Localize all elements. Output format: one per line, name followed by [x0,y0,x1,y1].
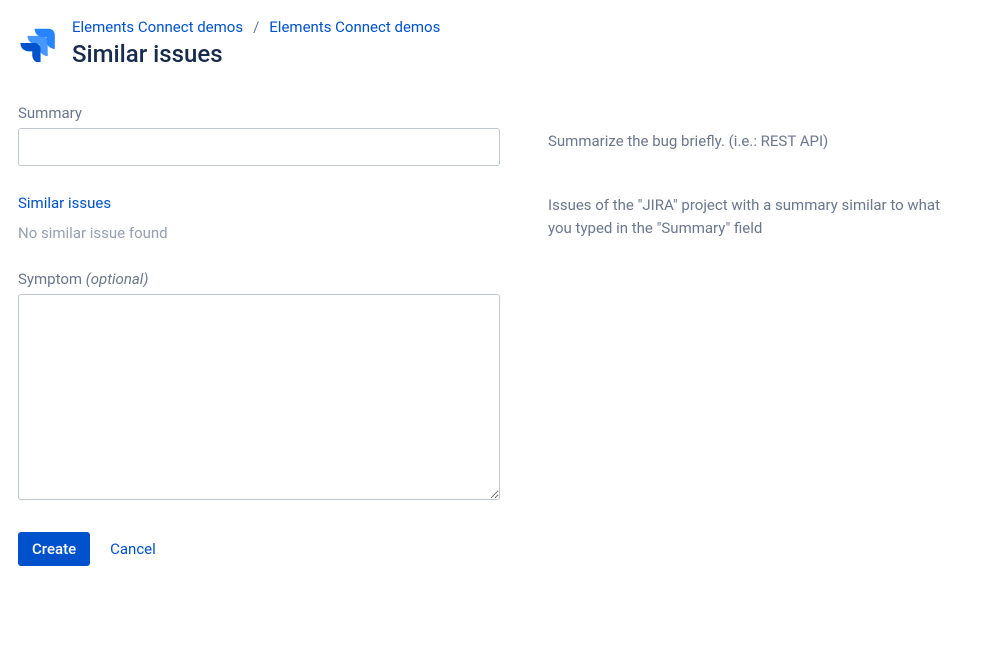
summary-row: Summary Summarize the bug briefly. (i.e.… [18,104,964,166]
summary-input[interactable] [18,128,500,166]
symptom-textarea[interactable] [18,294,500,500]
symptom-row: Symptom (optional) [18,270,964,504]
breadcrumb-separator: / [253,18,259,36]
header-text: Elements Connect demos / Elements Connec… [72,18,964,68]
cancel-button[interactable]: Cancel [106,532,160,566]
symptom-label: Symptom (optional) [18,270,500,288]
summary-help-text: Summarize the bug briefly. (i.e.: REST A… [548,104,964,153]
similar-issues-help-text: Issues of the "JIRA" project with a summ… [548,194,964,239]
form-actions: Create Cancel [18,532,964,566]
summary-label: Summary [18,104,500,122]
jira-logo-icon [18,24,56,62]
similar-issues-empty: No similar issue found [18,224,500,242]
create-button[interactable]: Create [18,532,90,566]
similar-issues-row: Similar issues No similar issue found Is… [18,194,964,242]
breadcrumb: Elements Connect demos / Elements Connec… [72,18,964,36]
breadcrumb-link-1[interactable]: Elements Connect demos [269,18,440,36]
symptom-label-text: Symptom [18,270,86,288]
similar-issues-label: Similar issues [18,194,500,212]
breadcrumb-link-0[interactable]: Elements Connect demos [72,18,243,36]
symptom-optional-text: (optional) [86,270,149,288]
page-title: Similar issues [72,40,964,68]
page-header: Elements Connect demos / Elements Connec… [18,18,964,68]
